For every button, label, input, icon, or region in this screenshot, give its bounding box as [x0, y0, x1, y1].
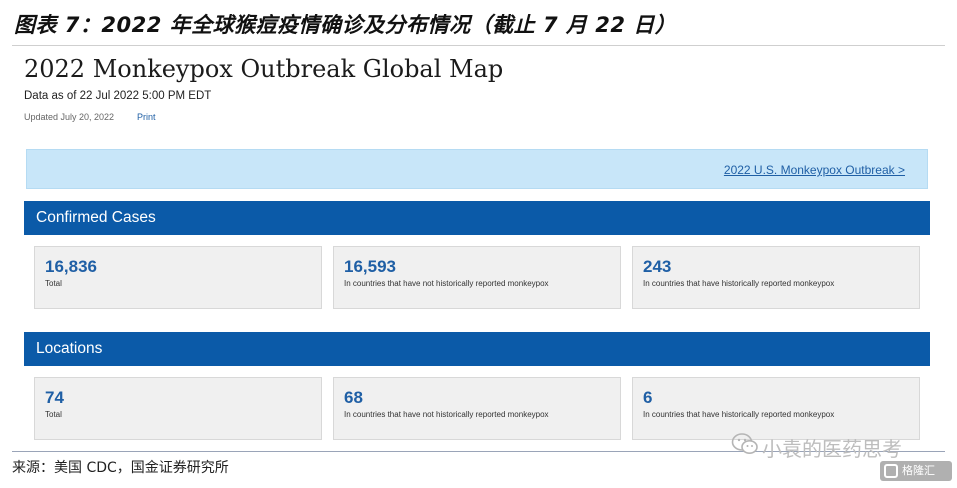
stat-caption: Total: [45, 410, 62, 419]
figure-title: 图表 7：2022 年全球猴痘疫情确诊及分布情况（截止 7 月 22 日）: [14, 13, 677, 37]
stat-value: 6: [643, 388, 653, 407]
print-link[interactable]: Print: [137, 112, 156, 122]
stat-caption: In countries that have historically repo…: [643, 279, 835, 288]
locations-total-card: 74 Total: [34, 377, 322, 440]
confirmed-total-card: 16,836 Total: [34, 246, 322, 309]
cdc-page-screenshot: 2022 Monkeypox Outbreak Global Map Data …: [12, 46, 945, 451]
confirmed-nonendemic-card: 16,593 In countries that have not histor…: [333, 246, 621, 309]
gelonghui-logo: 格隆汇: [880, 461, 952, 481]
stat-value: 74: [45, 388, 64, 407]
stat-caption: In countries that have not historically …: [344, 410, 549, 419]
stat-value: 243: [643, 257, 672, 276]
us-outbreak-banner: 2022 U.S. Monkeypox Outbreak >: [26, 149, 928, 189]
locations-header: Locations: [24, 332, 930, 366]
wechat-icon: [731, 433, 758, 454]
stat-value: 16,593: [344, 257, 396, 276]
confirmed-cases-header: Confirmed Cases: [24, 201, 930, 235]
stat-value: 16,836: [45, 257, 97, 276]
stat-caption: Total: [45, 279, 62, 288]
stat-caption: In countries that have not historically …: [344, 279, 549, 288]
confirmed-endemic-card: 243 In countries that have historically …: [632, 246, 920, 309]
locations-nonendemic-card: 68 In countries that have not historical…: [333, 377, 621, 440]
page-title: 2022 Monkeypox Outbreak Global Map: [24, 55, 504, 83]
stat-caption: In countries that have historically repo…: [643, 410, 835, 419]
us-outbreak-link[interactable]: 2022 U.S. Monkeypox Outbreak >: [724, 163, 905, 177]
watermark-account: 小袁的医药思考: [762, 437, 902, 461]
stat-value: 68: [344, 388, 363, 407]
gelonghui-mark-icon: [884, 464, 898, 478]
logo-text: 格隆汇: [902, 465, 935, 477]
updated-date: Updated July 20, 2022: [24, 112, 115, 122]
locations-endemic-card: 6 In countries that have historically re…: [632, 377, 920, 440]
data-as-of-date: Data as of 22 Jul 2022 5:00 PM EDT: [24, 90, 212, 102]
source-note: 来源：美国 CDC，国金证券研究所: [12, 460, 229, 476]
